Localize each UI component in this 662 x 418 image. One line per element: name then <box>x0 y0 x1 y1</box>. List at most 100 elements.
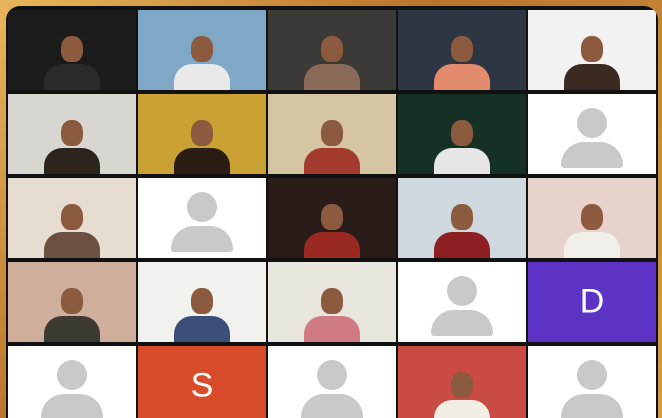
participant-video <box>398 178 526 258</box>
participant-head <box>581 36 603 62</box>
participant-head <box>321 288 343 314</box>
participant-video <box>268 94 396 174</box>
participant-tile[interactable] <box>268 346 396 418</box>
participant-silhouette <box>564 64 620 90</box>
avatar-head <box>317 360 347 391</box>
participant-tile[interactable] <box>8 94 136 174</box>
participant-tile[interactable] <box>268 94 396 174</box>
initial-avatar: S <box>138 346 266 418</box>
participant-tile[interactable] <box>528 346 656 418</box>
participant-tile[interactable] <box>528 178 656 258</box>
participant-silhouette <box>44 232 100 258</box>
participant-silhouette <box>44 316 100 342</box>
participant-video <box>8 94 136 174</box>
participant-tile[interactable]: S <box>138 346 266 418</box>
default-avatar-icon <box>268 346 396 418</box>
participant-tile[interactable] <box>8 262 136 342</box>
participant-silhouette <box>434 232 490 258</box>
avatar-body <box>431 310 493 336</box>
participant-video <box>8 178 136 258</box>
avatar-head <box>577 108 607 139</box>
default-avatar-icon <box>528 346 656 418</box>
participant-tile[interactable]: D <box>528 262 656 342</box>
participant-head <box>321 204 343 230</box>
participant-video <box>398 94 526 174</box>
participant-head <box>451 372 473 398</box>
avatar-body <box>561 142 623 168</box>
participant-tile[interactable] <box>138 178 266 258</box>
gallery-grid: DS <box>6 6 658 418</box>
participant-silhouette <box>434 64 490 90</box>
device-bezel: DS <box>0 0 662 418</box>
participant-video <box>138 94 266 174</box>
participant-silhouette <box>174 148 230 174</box>
participant-tile[interactable] <box>528 10 656 90</box>
avatar-body <box>561 394 623 418</box>
participant-tile[interactable] <box>138 10 266 90</box>
participant-video <box>268 262 396 342</box>
participant-silhouette <box>44 64 100 90</box>
participant-video <box>8 10 136 90</box>
participant-silhouette <box>304 148 360 174</box>
participant-video <box>398 10 526 90</box>
participant-video <box>528 178 656 258</box>
avatar-body <box>171 226 233 252</box>
default-avatar-icon <box>8 346 136 418</box>
default-avatar-icon <box>528 94 656 174</box>
participant-silhouette <box>434 148 490 174</box>
participant-silhouette <box>44 148 100 174</box>
initial-avatar: D <box>528 262 656 342</box>
participant-video <box>528 10 656 90</box>
participant-head <box>451 120 473 146</box>
participant-tile[interactable] <box>8 10 136 90</box>
avatar-head <box>57 360 87 391</box>
participant-tile[interactable] <box>398 94 526 174</box>
participant-tile[interactable] <box>268 10 396 90</box>
participant-tile[interactable] <box>528 94 656 174</box>
participant-video <box>138 10 266 90</box>
participant-tile[interactable] <box>8 346 136 418</box>
participant-video <box>8 262 136 342</box>
participant-silhouette <box>304 316 360 342</box>
participant-tile[interactable] <box>398 10 526 90</box>
avatar-head <box>447 276 477 307</box>
participant-tile[interactable] <box>138 262 266 342</box>
avatar-head <box>187 192 217 223</box>
participant-video <box>268 178 396 258</box>
avatar-initial: D <box>579 282 605 321</box>
participant-head <box>191 120 213 146</box>
participant-silhouette <box>174 316 230 342</box>
participant-head <box>61 36 83 62</box>
participant-tile[interactable] <box>398 346 526 418</box>
participant-head <box>61 120 83 146</box>
participant-silhouette <box>304 64 360 90</box>
default-avatar-icon <box>398 262 526 342</box>
participant-head <box>451 36 473 62</box>
participant-tile[interactable] <box>8 178 136 258</box>
avatar-initial: S <box>190 366 214 405</box>
participant-head <box>191 36 213 62</box>
participant-tile[interactable] <box>398 178 526 258</box>
participant-head <box>191 288 213 314</box>
participant-video <box>138 262 266 342</box>
participant-head <box>581 204 603 230</box>
participant-video <box>268 10 396 90</box>
participant-video <box>398 346 526 418</box>
participant-silhouette <box>304 232 360 258</box>
default-avatar-icon <box>138 178 266 258</box>
participant-tile[interactable] <box>398 262 526 342</box>
participant-silhouette <box>434 400 490 418</box>
participant-tile[interactable] <box>138 94 266 174</box>
participant-tile[interactable] <box>268 262 396 342</box>
avatar-body <box>301 394 363 418</box>
participant-silhouette <box>174 64 230 90</box>
avatar-head <box>577 360 607 391</box>
participant-head <box>61 204 83 230</box>
participant-head <box>61 288 83 314</box>
participant-head <box>321 36 343 62</box>
participant-head <box>451 204 473 230</box>
participant-silhouette <box>564 232 620 258</box>
participant-tile[interactable] <box>268 178 396 258</box>
participant-head <box>321 120 343 146</box>
video-gallery: DS <box>6 6 658 418</box>
